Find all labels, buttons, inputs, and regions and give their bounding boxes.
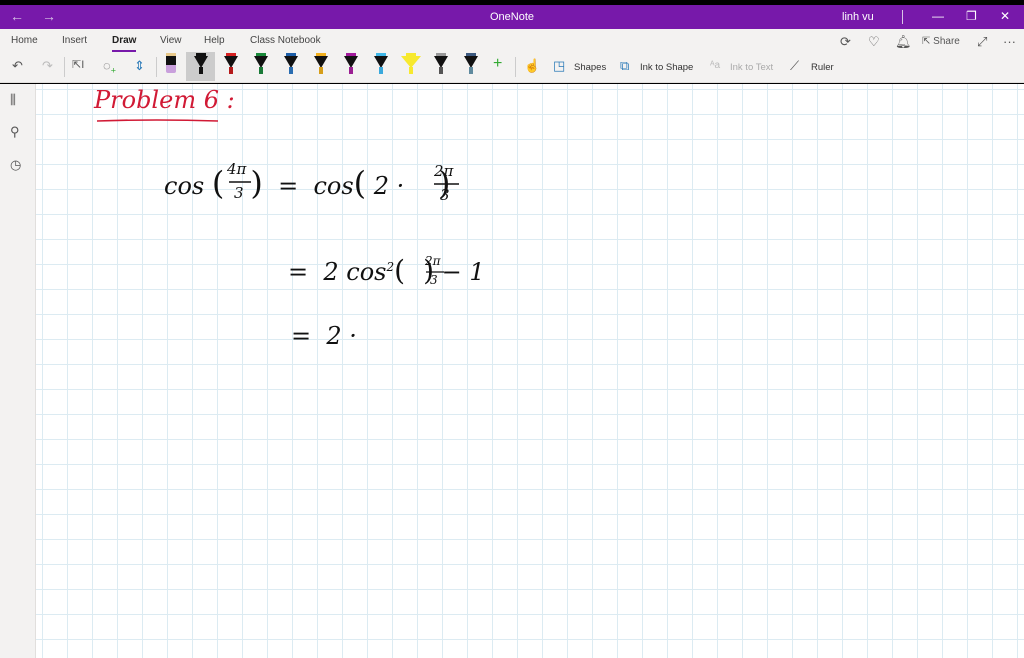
tab-insert[interactable]: Insert xyxy=(62,35,87,46)
ocean-pen-icon[interactable] xyxy=(464,53,478,77)
equation-line-2: = 2 cos2() − 1 xyxy=(288,254,485,287)
fraction-den: 3 xyxy=(234,184,244,202)
share-icon: ⇱ xyxy=(922,36,934,47)
tab-view[interactable]: View xyxy=(160,35,182,46)
lasso-add-icon[interactable]: ◌+ xyxy=(103,58,116,76)
title-bar: ← → OneNote linh vu — ❐ ✕ xyxy=(0,5,1024,29)
purple-pen-icon[interactable] xyxy=(344,53,358,77)
fraction-den: 3 xyxy=(440,186,450,204)
user-name[interactable]: linh vu xyxy=(842,11,874,23)
left-navigation: ⫼ ⚲ ◷ xyxy=(0,84,36,658)
close-button[interactable]: ✕ xyxy=(1000,9,1010,23)
orange-pen-icon[interactable] xyxy=(314,53,328,77)
more-options-icon[interactable]: ··· xyxy=(1003,34,1016,49)
divider xyxy=(515,57,516,77)
fullscreen-icon[interactable]: ⤢ xyxy=(977,34,987,50)
shapes-button[interactable]: Shapes xyxy=(574,62,606,73)
ink-to-text-button: Ink to Text xyxy=(730,62,774,73)
redo-icon[interactable]: ↷ xyxy=(42,58,53,74)
red-pen-icon[interactable] xyxy=(224,53,238,77)
sync-icon[interactable]: ⟳ xyxy=(840,34,851,50)
notebooks-icon[interactable]: ⫼ xyxy=(10,92,16,108)
add-pen-icon[interactable]: + xyxy=(493,55,502,73)
search-icon[interactable]: ⚲ xyxy=(10,124,20,140)
tab-class-notebook[interactable]: Class Notebook xyxy=(250,35,321,46)
lightbulb-icon[interactable]: ♡ xyxy=(868,34,880,50)
share-label: Share xyxy=(933,36,960,47)
fraction-num: 4π xyxy=(227,160,247,178)
divider xyxy=(156,57,157,77)
cyan-pen-icon[interactable] xyxy=(374,53,388,77)
green-pen-icon[interactable] xyxy=(254,53,268,77)
recent-icon[interactable]: ◷ xyxy=(10,157,21,173)
shapes-icon[interactable]: ◳ xyxy=(553,58,565,74)
tab-help[interactable]: Help xyxy=(204,35,225,46)
equation-line-3: = 2 · xyxy=(291,322,357,350)
blue-pen-icon[interactable] xyxy=(284,53,298,77)
galaxy-pen-icon[interactable] xyxy=(434,53,448,77)
tab-home[interactable]: Home xyxy=(11,35,38,46)
yellow-highlighter-icon[interactable] xyxy=(401,53,421,77)
note-heading: Problem 6 : xyxy=(94,86,235,114)
ink-to-shape-button[interactable]: Ink to Shape xyxy=(640,62,693,73)
eraser-icon[interactable] xyxy=(164,53,178,77)
add-space-icon[interactable]: ⇕ xyxy=(134,58,145,74)
title-separator xyxy=(902,10,903,24)
fraction-den: 3 xyxy=(430,273,438,287)
share-button[interactable]: ⇱ Share xyxy=(922,36,960,47)
undo-icon[interactable]: ↶ xyxy=(12,58,23,74)
ink-to-text-icon: ᴬa xyxy=(710,60,721,71)
lasso-select-icon[interactable]: ⇱I xyxy=(72,58,84,71)
heading-underline xyxy=(96,119,219,122)
ink-to-shape-icon[interactable]: ⧉ xyxy=(620,58,629,74)
ribbon: Home Insert Draw View Help Class Noteboo… xyxy=(0,29,1024,83)
restore-button[interactable]: ❐ xyxy=(966,9,977,23)
fraction-num: 2π xyxy=(425,254,441,268)
tab-draw[interactable]: Draw xyxy=(112,35,137,52)
minimize-button[interactable]: — xyxy=(932,9,944,23)
note-canvas[interactable]: Problem 6 : cos () = cos( 2 · ) 4π 3 2π … xyxy=(36,84,1024,658)
touch-draw-icon[interactable]: ☝ xyxy=(524,58,540,74)
black-pen-selected-icon[interactable] xyxy=(194,53,208,77)
equation-line-1: cos () = cos( 2 · ) xyxy=(164,164,451,202)
ruler-icon[interactable]: ⟋ xyxy=(790,58,799,74)
ruler-button[interactable]: Ruler xyxy=(811,62,834,73)
bell-icon[interactable]: 🔔︎ xyxy=(895,34,912,50)
fraction-num: 2π xyxy=(434,162,454,180)
divider xyxy=(64,57,65,77)
